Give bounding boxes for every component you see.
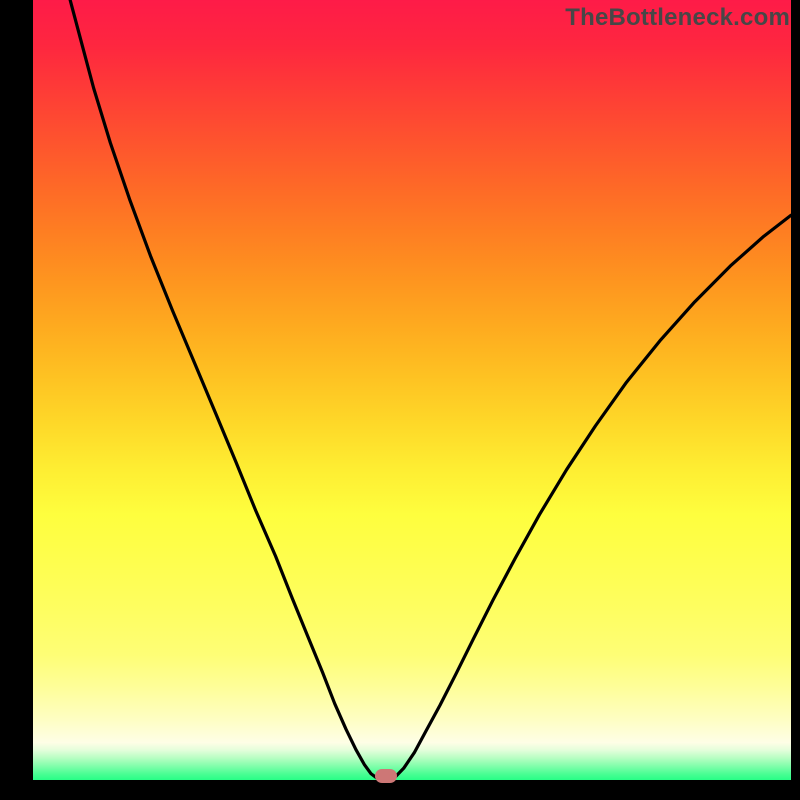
chart-stage: TheBottleneck.com bbox=[0, 0, 800, 800]
gradient-background bbox=[33, 0, 791, 780]
plot-area bbox=[33, 0, 791, 780]
watermark-text: TheBottleneck.com bbox=[565, 4, 790, 32]
optimal-point-marker bbox=[375, 769, 397, 783]
